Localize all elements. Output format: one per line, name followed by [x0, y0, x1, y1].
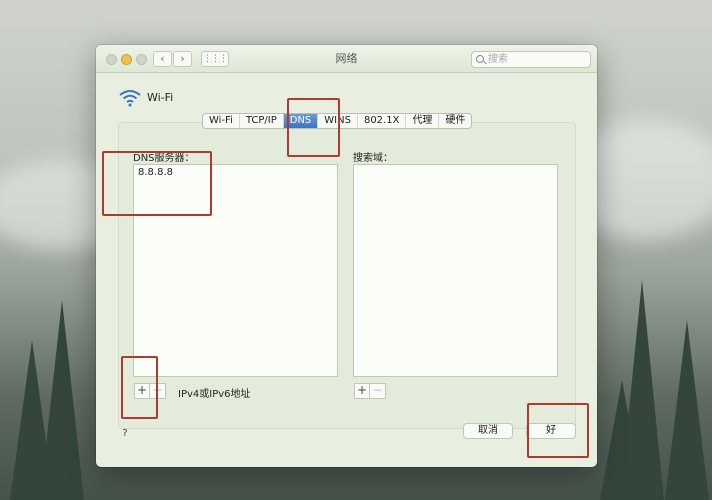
search-icon [476, 55, 484, 63]
dns-server-entry[interactable]: 8.8.8.8 [134, 165, 337, 180]
ok-button[interactable]: 好 [526, 423, 576, 439]
zoom-window-button[interactable] [136, 54, 147, 65]
tab-wifi[interactable]: Wi-Fi [203, 114, 240, 128]
dns-add-remove-control: + − [134, 383, 166, 399]
show-all-grid-button[interactable]: ⋮⋮⋮ [201, 51, 229, 67]
dns-servers-list[interactable]: 8.8.8.8 [133, 164, 338, 377]
wifi-icon [119, 90, 141, 107]
forward-button[interactable]: › [173, 51, 192, 67]
tab-proxy[interactable]: 代理 [406, 114, 440, 128]
dns-address-hint: IPv4或IPv6地址 [178, 389, 251, 400]
remove-search-domain-button[interactable]: − [370, 383, 386, 399]
search-domain-add-remove-control: + − [354, 383, 386, 399]
minimize-window-button[interactable] [121, 54, 132, 65]
dns-servers-label: DNS服务器： [133, 153, 195, 164]
search-domains-list[interactable] [353, 164, 558, 377]
interface-name: Wi-Fi [147, 91, 174, 104]
search-placeholder: 搜索 [488, 54, 508, 65]
remove-dns-server-button[interactable]: − [150, 383, 166, 399]
search-field[interactable]: 搜索 [471, 51, 591, 68]
network-window: ‹ › ⋮⋮⋮ 网络 搜索 Wi-Fi Wi-Fi TCP/IP DNS WIN… [96, 45, 597, 467]
close-window-button[interactable] [106, 54, 117, 65]
tab-hardware[interactable]: 硬件 [439, 114, 471, 128]
tab-dns[interactable]: DNS [283, 114, 319, 128]
back-button[interactable]: ‹ [153, 51, 172, 67]
tab-tcpip[interactable]: TCP/IP [240, 114, 284, 128]
title-bar: ‹ › ⋮⋮⋮ 网络 搜索 [96, 45, 597, 73]
cancel-button[interactable]: 取消 [463, 423, 513, 439]
add-dns-server-button[interactable]: + [134, 383, 150, 399]
add-search-domain-button[interactable]: + [354, 383, 370, 399]
tab-8021x[interactable]: 802.1X [358, 114, 407, 128]
tab-wins[interactable]: WINS [318, 114, 358, 128]
tab-bar: Wi-Fi TCP/IP DNS WINS 802.1X 代理 硬件 [202, 113, 473, 129]
help-button[interactable]: ? [118, 427, 132, 441]
search-domains-label: 搜索域： [353, 153, 393, 164]
